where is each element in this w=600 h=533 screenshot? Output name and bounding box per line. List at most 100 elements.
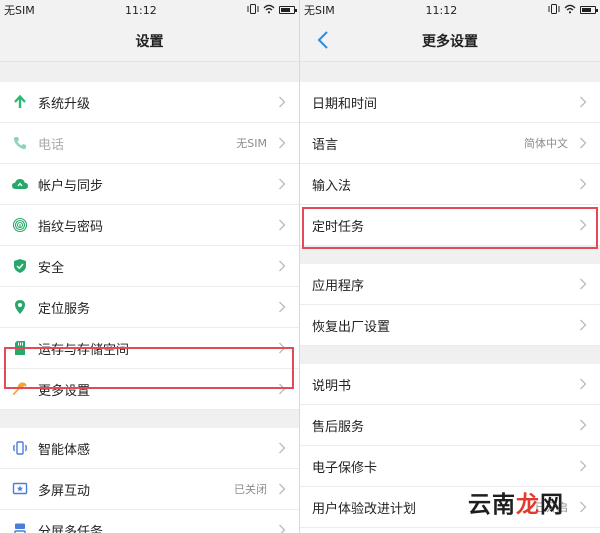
section-gap xyxy=(0,62,299,82)
shield-icon xyxy=(6,252,34,280)
row-label: 售后服务 xyxy=(312,419,365,435)
settings-row-right-group3-0[interactable]: 说明书 xyxy=(300,364,600,405)
chevron-right-icon xyxy=(576,418,590,432)
chevron-right-icon xyxy=(576,318,590,332)
carrier-label: 无SIM xyxy=(4,4,35,17)
title-bar: 更多设置 xyxy=(300,20,600,62)
settings-row-left-group1-2[interactable]: 帐户与同步 xyxy=(0,164,299,205)
settings-row-right-group1-1[interactable]: 语言 简体中文 xyxy=(300,123,600,164)
settings-row-left-group1-6[interactable]: 运存与存储空间 xyxy=(0,328,299,369)
battery-icon xyxy=(278,6,297,14)
watermark-logo: 云南龙网 xyxy=(468,492,564,518)
arrow-up-icon xyxy=(6,88,34,116)
section-gap xyxy=(300,246,600,264)
section-gap xyxy=(300,62,600,82)
chevron-right-icon xyxy=(275,177,289,191)
chevron-right-icon xyxy=(275,341,289,355)
row-label: 语言 xyxy=(312,137,339,153)
chevron-right-icon xyxy=(275,300,289,314)
back-arrow-icon[interactable] xyxy=(312,28,334,52)
row-label: 指纹与密码 xyxy=(38,219,104,235)
row-label: 更多设置 xyxy=(38,383,91,399)
settings-row-right-group2-0[interactable]: 应用程序 xyxy=(300,264,600,305)
row-label: 定时任务 xyxy=(312,219,365,235)
row-label: 电子保修卡 xyxy=(312,460,378,476)
more-settings-screen: 无SIM 11:12 更多设置 日期和时间语言 简体中文输入法定时任务 应用程序恢… xyxy=(299,0,600,533)
settings-row-left-group2-0[interactable]: 智能体感 xyxy=(0,428,299,469)
row-label: 日期和时间 xyxy=(312,96,378,112)
settings-row-left-group2-2[interactable]: 分屏多任务 xyxy=(0,510,299,533)
row-value: 简体中文 xyxy=(524,137,568,150)
split-screen-icon xyxy=(6,516,34,533)
battery-icon xyxy=(579,6,598,14)
row-label: 帐户与同步 xyxy=(38,178,104,194)
row-label: 智能体感 xyxy=(38,442,91,458)
settings-row-left-group1-4[interactable]: 安全 xyxy=(0,246,299,287)
settings-group-main: 系统升级电话 无SIM 帐户与同步指纹与密码安全定位服务运存与存储空间 更多设置 xyxy=(0,82,299,410)
carrier-label: 无SIM xyxy=(304,4,335,17)
row-label: 安全 xyxy=(38,260,65,276)
phone-icon xyxy=(6,129,34,157)
settings-row-left-group2-1[interactable]: 多屏互动 已关闭 xyxy=(0,469,299,510)
settings-row-right-group2-1[interactable]: 恢复出厂设置 xyxy=(300,305,600,346)
settings-row-right-group1-0[interactable]: 日期和时间 xyxy=(300,82,600,123)
row-label: 系统升级 xyxy=(38,96,91,112)
chevron-right-icon xyxy=(576,459,590,473)
cloud-sync-icon xyxy=(6,170,34,198)
settings-row-left-group1-3[interactable]: 指纹与密码 xyxy=(0,205,299,246)
row-label: 电话 xyxy=(38,137,65,153)
settings-screen: 无SIM 11:12 设置 系统升级电话 无SIM 帐户与同步指纹与密码安全定位服务… xyxy=(0,0,299,533)
status-bar: 无SIM 11:12 xyxy=(0,0,299,20)
chevron-right-icon xyxy=(275,482,289,496)
row-label: 定位服务 xyxy=(38,301,91,317)
fingerprint-icon xyxy=(6,211,34,239)
settings-group-system: 应用程序恢复出厂设置 xyxy=(300,264,600,346)
settings-group-general: 日期和时间语言 简体中文输入法定时任务 xyxy=(300,82,600,246)
chevron-right-icon xyxy=(576,277,590,291)
chevron-right-icon xyxy=(275,218,289,232)
settings-row-left-group1-0[interactable]: 系统升级 xyxy=(0,82,299,123)
chevron-right-icon xyxy=(576,136,590,150)
chevron-right-icon xyxy=(576,95,590,109)
chevron-right-icon xyxy=(576,218,590,232)
sd-card-icon xyxy=(6,334,34,362)
chevron-right-icon xyxy=(275,136,289,150)
wifi-icon xyxy=(564,4,576,17)
row-value: 已关闭 xyxy=(234,483,267,496)
chevron-right-icon xyxy=(275,523,289,533)
clock: 11:12 xyxy=(125,3,157,17)
chevron-right-icon xyxy=(576,177,590,191)
chevron-right-icon xyxy=(576,377,590,391)
chevron-right-icon xyxy=(275,259,289,273)
location-pin-icon xyxy=(6,293,34,321)
settings-row-left-group1-1[interactable]: 电话 无SIM xyxy=(0,123,299,164)
chevron-right-icon xyxy=(275,382,289,396)
row-label: 应用程序 xyxy=(312,278,365,294)
settings-row-left-group1-5[interactable]: 定位服务 xyxy=(0,287,299,328)
row-label: 运存与存储空间 xyxy=(38,342,130,358)
page-title: 设置 xyxy=(135,33,164,50)
settings-group-features: 智能体感多屏互动 已关闭分屏多任务 xyxy=(0,428,299,533)
status-bar: 无SIM 11:12 xyxy=(300,0,600,20)
chevron-right-icon xyxy=(576,500,590,514)
page-title: 更多设置 xyxy=(422,33,478,50)
row-value: 无SIM xyxy=(236,137,267,150)
settings-row-right-group3-1[interactable]: 售后服务 xyxy=(300,405,600,446)
settings-row-right-group1-3[interactable]: 定时任务 xyxy=(300,205,600,246)
multi-screen-icon xyxy=(6,475,34,503)
section-gap xyxy=(300,346,600,364)
row-label: 说明书 xyxy=(312,378,352,394)
settings-row-left-group1-7[interactable]: 更多设置 xyxy=(0,369,299,410)
vibrate-icon xyxy=(548,3,560,17)
settings-row-right-group1-2[interactable]: 输入法 xyxy=(300,164,600,205)
chevron-right-icon xyxy=(275,95,289,109)
settings-row-right-group3-2[interactable]: 电子保修卡 xyxy=(300,446,600,487)
row-label: 多屏互动 xyxy=(38,483,91,499)
clock: 11:12 xyxy=(425,3,458,17)
row-label: 分屏多任务 xyxy=(38,524,104,533)
wrench-icon xyxy=(6,375,34,403)
row-label: 输入法 xyxy=(312,178,352,194)
row-label: 恢复出厂设置 xyxy=(312,319,391,335)
wifi-icon xyxy=(263,4,275,17)
motion-phone-icon xyxy=(6,434,34,462)
